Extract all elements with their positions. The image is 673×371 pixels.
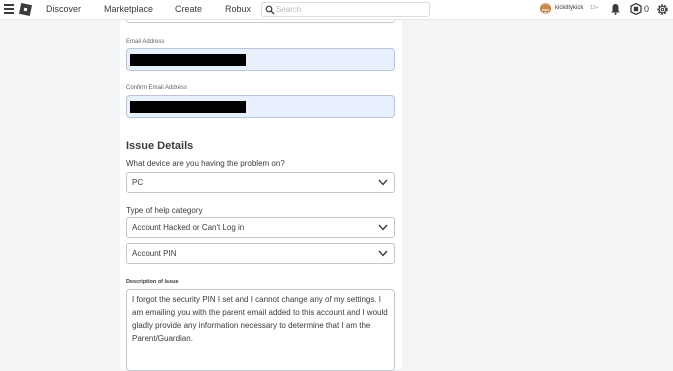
robux-count: 0 bbox=[644, 4, 650, 14]
device-question-label: What device are you having the problem o… bbox=[126, 159, 285, 168]
help-category-label: Type of help category bbox=[126, 206, 203, 215]
menu-icon[interactable] bbox=[4, 4, 14, 14]
issue-details-title: Issue Details bbox=[126, 140, 194, 152]
username[interactable]: kickittykick bbox=[555, 5, 583, 11]
nav-create-link[interactable]: Create bbox=[175, 4, 202, 14]
confirm-email-field[interactable] bbox=[126, 95, 395, 118]
avatar-face-icon bbox=[540, 5, 551, 14]
top-navigation-bar: Discover Marketplace Create Robux kickit… bbox=[0, 0, 673, 20]
subcategory-select[interactable]: Account PIN bbox=[126, 243, 395, 264]
description-label: Description of Issue bbox=[126, 279, 179, 285]
search-icon bbox=[265, 5, 275, 15]
age-badge: 13+ bbox=[590, 5, 599, 11]
nav-marketplace-link[interactable]: Marketplace bbox=[104, 4, 153, 14]
bell-icon[interactable] bbox=[610, 3, 621, 15]
email-label: Email Address bbox=[126, 39, 165, 45]
redacted-email bbox=[130, 54, 246, 66]
nav-discover-link[interactable]: Discover bbox=[46, 4, 81, 14]
redacted-confirm-email bbox=[130, 101, 246, 113]
nav-robux-link[interactable]: Robux bbox=[225, 4, 251, 14]
roblox-logo-icon[interactable] bbox=[19, 3, 32, 16]
confirm-email-label: Confirm Email Address bbox=[126, 85, 188, 91]
support-form-panel: Email Address Confirm Email Address Issu… bbox=[120, 20, 402, 371]
help-category-select[interactable]: Account Hacked or Can't Log in bbox=[126, 217, 395, 238]
description-textarea[interactable]: I forgot the security PIN I set and I ca… bbox=[126, 289, 395, 371]
previous-field-edge bbox=[126, 20, 395, 23]
search-input[interactable] bbox=[276, 3, 426, 16]
chevron-down-icon bbox=[378, 179, 388, 186]
search-box[interactable] bbox=[261, 2, 430, 17]
device-select-value: PC bbox=[132, 178, 144, 187]
settings-icon[interactable] bbox=[656, 3, 669, 16]
device-select[interactable]: PC bbox=[126, 172, 395, 193]
chevron-down-icon bbox=[378, 224, 388, 231]
robux-icon[interactable] bbox=[630, 3, 642, 15]
avatar[interactable] bbox=[540, 3, 551, 14]
chevron-down-icon bbox=[378, 250, 388, 257]
email-field[interactable] bbox=[126, 48, 395, 71]
help-category-select-value: Account Hacked or Can't Log in bbox=[132, 223, 245, 232]
subcategory-select-value: Account PIN bbox=[132, 249, 177, 258]
